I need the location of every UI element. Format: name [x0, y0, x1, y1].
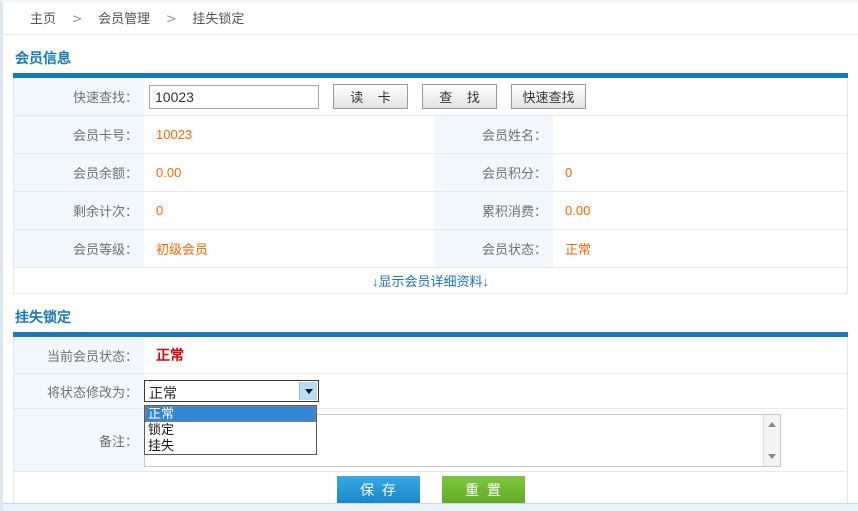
reset-button[interactable]: 重 置: [442, 476, 525, 506]
loss-lock-table: 当前会员状态： 正常 将状态修改为： 正常 正常 锁定 挂失: [13, 337, 848, 510]
scroll-up-icon[interactable]: [764, 417, 780, 432]
show-member-detail-link[interactable]: ↓显示会员详细资料↓: [372, 271, 489, 290]
status-option-locked[interactable]: 锁定: [145, 422, 316, 438]
breadcrumb-separator: >: [166, 12, 177, 27]
total-consumption-label: 累积消费：: [434, 192, 553, 229]
remark-row: 备注：: [14, 409, 847, 472]
breadcrumb-loss-lock: 挂失锁定: [192, 11, 244, 26]
textarea-scrollbar[interactable]: [763, 415, 780, 466]
table-row: 会员等级： 初级会员 会员状态： 正常: [14, 230, 847, 268]
balance-value: 0.00: [144, 154, 434, 191]
change-status-row: 将状态修改为： 正常 正常 锁定 挂失: [14, 374, 847, 409]
card-number-label: 会员卡号：: [14, 116, 144, 153]
change-status-cell: 正常 正常 锁定 挂失: [144, 374, 847, 408]
member-info-table: 快速查找： 读 卡 查 找 快速查找 会员卡号： 10023 会员姓名： 会员余…: [13, 78, 848, 294]
points-label: 会员积分：: [434, 154, 553, 191]
member-status-label: 会员状态：: [434, 230, 553, 267]
quick-search-button[interactable]: 快速查找: [511, 84, 586, 109]
status-option-normal[interactable]: 正常: [145, 406, 316, 422]
scroll-down-icon[interactable]: [764, 449, 780, 464]
footer-strip: [3, 503, 858, 511]
page: 主页 > 会员管理 > 挂失锁定 会员信息 快速查找： 读 卡 查 找 快速查找: [0, 0, 858, 511]
quick-search-input[interactable]: [149, 85, 319, 109]
status-option-lost[interactable]: 挂失: [145, 438, 316, 454]
breadcrumb: 主页 > 会员管理 > 挂失锁定: [3, 3, 858, 35]
remaining-times-label: 剩余计次：: [14, 192, 144, 229]
remark-label: 备注：: [14, 409, 144, 471]
member-level-label: 会员等级：: [14, 230, 144, 267]
search-button[interactable]: 查 找: [422, 84, 497, 109]
total-consumption-value: 0.00: [553, 192, 847, 229]
quick-search-label: 快速查找：: [14, 78, 144, 115]
read-card-button[interactable]: 读 卡: [333, 84, 408, 109]
current-status-value: 正常: [144, 337, 847, 373]
member-status-value: 正常: [553, 230, 847, 267]
breadcrumb-separator: >: [72, 12, 83, 27]
table-row: 会员余额： 0.00 会员积分： 0: [14, 154, 847, 192]
member-level-value: 初级会员: [144, 230, 434, 267]
table-row: 剩余计次： 0 累积消费： 0.00: [14, 192, 847, 230]
member-name-label: 会员姓名：: [434, 116, 553, 153]
member-info-section-title: 会员信息: [13, 35, 848, 73]
current-status-row: 当前会员状态： 正常: [14, 337, 847, 374]
card-number-value: 10023: [144, 116, 434, 153]
status-dropdown: 正常 锁定 挂失: [144, 405, 317, 455]
breadcrumb-home[interactable]: 主页: [30, 11, 56, 26]
detail-link-row: ↓显示会员详细资料↓: [14, 268, 847, 293]
chevron-down-icon[interactable]: [299, 382, 317, 400]
member-name-value: [553, 116, 847, 153]
status-select-value: 正常: [149, 383, 177, 403]
breadcrumb-member-management[interactable]: 会员管理: [98, 11, 150, 26]
quick-search-row: 快速查找： 读 卡 查 找 快速查找: [14, 78, 847, 116]
current-status-label: 当前会员状态：: [14, 337, 144, 373]
table-row: 会员卡号： 10023 会员姓名：: [14, 116, 847, 154]
save-button[interactable]: 保 存: [337, 476, 420, 506]
quick-search-content: 读 卡 查 找 快速查找: [144, 78, 847, 115]
loss-lock-section-title: 挂失锁定: [13, 294, 848, 332]
change-status-label: 将状态修改为：: [14, 374, 144, 408]
balance-label: 会员余额：: [14, 154, 144, 191]
points-value: 0: [553, 154, 847, 191]
status-select[interactable]: 正常: [144, 380, 319, 402]
remaining-times-value: 0: [144, 192, 434, 229]
